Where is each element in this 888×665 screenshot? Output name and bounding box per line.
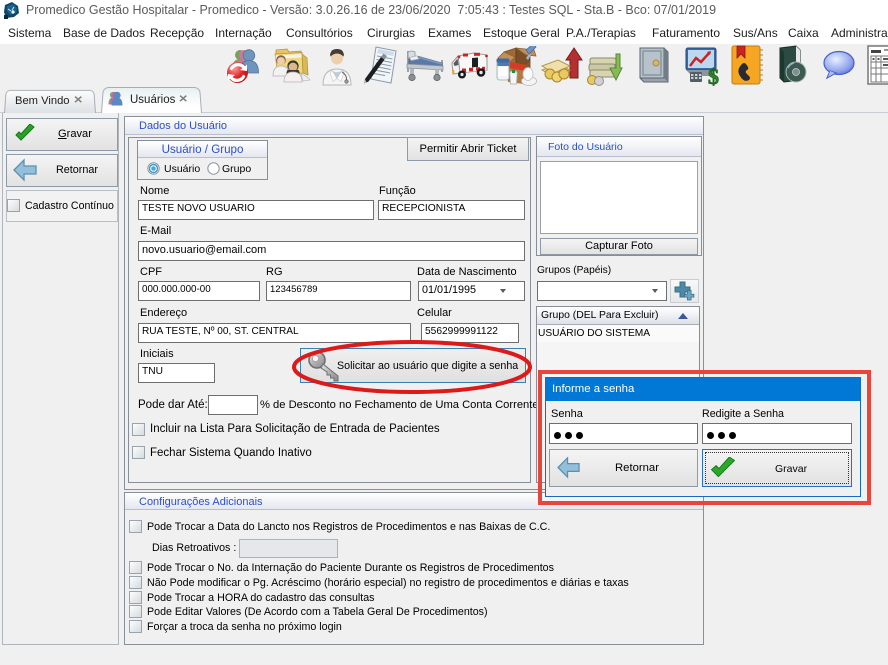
svg-text:$: $ xyxy=(708,64,719,86)
